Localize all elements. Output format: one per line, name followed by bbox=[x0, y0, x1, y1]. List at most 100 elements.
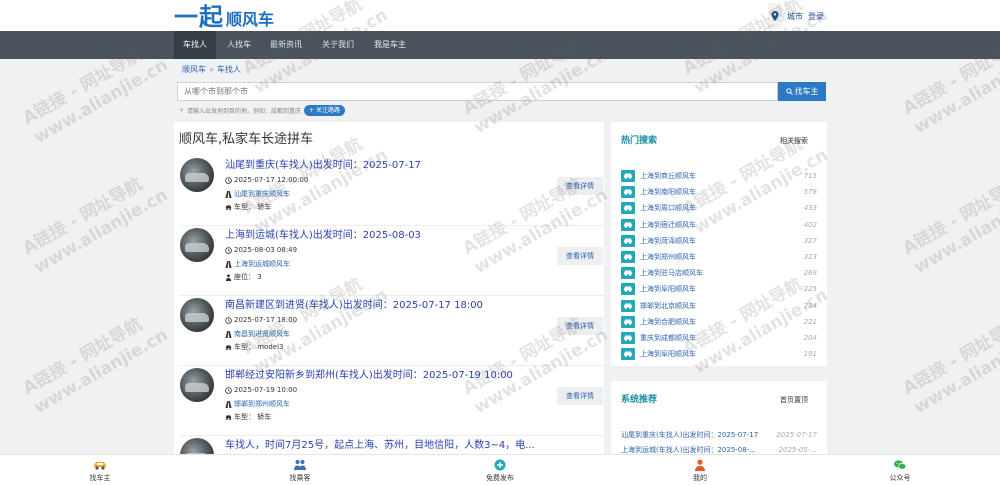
list-item-title[interactable]: 汕尾到重庆(车找人)出发时间：2025-07-17 bbox=[225, 156, 421, 171]
list-item-title[interactable]: 车找人，时间7月25号，起点上海、苏州，目地信阳，人数3~4，电... bbox=[225, 436, 535, 451]
hot-search-count: 402 bbox=[803, 220, 817, 229]
view-details-button[interactable]: 查看详情 bbox=[557, 387, 603, 405]
clock-icon bbox=[225, 176, 232, 184]
search-icon bbox=[785, 88, 793, 95]
location-pin-icon[interactable] bbox=[768, 3, 782, 29]
breadcrumb-home[interactable]: 顺风车 bbox=[182, 65, 206, 74]
list-item-title[interactable]: 上海到运城(车找人)出发时间：2025-08-03 bbox=[225, 226, 421, 241]
hot-search-item[interactable]: 邯郸到北京顺风车 224 bbox=[621, 298, 817, 314]
avatar bbox=[180, 158, 214, 192]
tab-official-account[interactable]: 公众号 bbox=[870, 455, 930, 485]
nav-item-people-find-car[interactable]: 人找车 bbox=[220, 31, 258, 59]
hot-search-item[interactable]: 上海到驻马店顺风车 269 bbox=[621, 265, 817, 281]
hot-search-item[interactable]: 重庆到成都顺风车 204 bbox=[621, 330, 817, 346]
clock-icon bbox=[225, 246, 232, 254]
list-item-extra-text: 车型： 轿车 bbox=[234, 413, 272, 421]
hot-search-label: 上海到周口顺风车 bbox=[640, 204, 696, 213]
tab-find-passenger[interactable]: 找乘客 bbox=[270, 455, 330, 485]
hot-search-count: 715 bbox=[803, 172, 817, 180]
watermark: A链接 - 网址导航www.alianjie.cn bbox=[19, 165, 172, 279]
tab-free-publish[interactable]: 免费发布 bbox=[470, 455, 530, 485]
list-item-title[interactable]: 邯郸经过安阳新乡到郑州(车找人)出发时间：2025-07-19 10:00 bbox=[225, 366, 513, 381]
car-icon bbox=[621, 299, 635, 312]
hot-search-item[interactable]: 上海到郑州顺风车 323 bbox=[621, 249, 817, 265]
list-item: 南昌新建区到进贤(车找人)出发时间：2025-07-17 18:00 2025-… bbox=[179, 296, 604, 366]
list-item-route: 南昌到进贤顺风车 bbox=[225, 329, 290, 339]
tab-label: 免费发布 bbox=[486, 473, 514, 482]
tab-label: 公众号 bbox=[889, 473, 911, 482]
hot-search-item[interactable]: 上海到合肥顺风车 221 bbox=[621, 314, 817, 330]
breadcrumb-current[interactable]: 车找人 bbox=[217, 65, 241, 74]
car-icon bbox=[621, 283, 635, 296]
recommend-item[interactable]: 汕尾到重庆(车找人)出发时间：2025-07-17 2025-07-17 bbox=[621, 428, 817, 442]
top-right-links: 城市 登录 bbox=[768, 3, 824, 29]
view-details-button[interactable]: 查看详情 bbox=[557, 317, 603, 335]
breadcrumb-separator: » bbox=[209, 65, 214, 74]
list-item-extra: 车型： 轿车 bbox=[225, 202, 271, 212]
hot-search-label: 上海到郑州顺风车 bbox=[640, 253, 696, 261]
road-icon bbox=[225, 260, 232, 268]
list-item-extra-text: 座位： 3 bbox=[234, 273, 262, 281]
hot-search-item[interactable]: 上海到周口顺风车 433 bbox=[621, 200, 817, 216]
list-item: 上海到运城(车找人)出发时间：2025-08-03 2025-08-03 08:… bbox=[179, 226, 604, 296]
road-icon bbox=[225, 190, 232, 198]
tab-find-driver[interactable]: 找车主 bbox=[70, 455, 130, 485]
nav-item-news[interactable]: 最新资讯 bbox=[264, 31, 308, 59]
top-header: 一起 顺风车 城市 登录 bbox=[0, 0, 1000, 31]
nav-item-driver[interactable]: 我是车主 bbox=[368, 31, 412, 59]
list-item-route-link[interactable]: 上海到运城顺风车 bbox=[234, 259, 290, 269]
site-logo[interactable]: 一起 顺风车 bbox=[174, 3, 274, 29]
search-input[interactable] bbox=[177, 82, 778, 101]
list-item-route-link[interactable]: 南昌到进贤顺风车 bbox=[234, 329, 290, 339]
list-item-extra-text: 车型： model3 bbox=[234, 343, 284, 351]
hot-search-count: 323 bbox=[803, 253, 817, 261]
hot-search-count: 578 bbox=[803, 188, 817, 197]
list-item-time: 2025-08-03 08:49 bbox=[225, 246, 297, 254]
tab-mine[interactable]: 我的 bbox=[670, 455, 730, 485]
hot-search-label: 重庆到成都顺风车 bbox=[640, 334, 696, 342]
city-link[interactable]: 城市 bbox=[787, 11, 803, 22]
hot-search-item[interactable]: 上海到菏泽顺风车 327 bbox=[621, 233, 817, 249]
watermark-line2: www.alianjie.cn bbox=[30, 55, 172, 148]
list-item-title[interactable]: 南昌新建区到进贤(车找人)出发时间：2025-07-17 18:00 bbox=[225, 296, 483, 311]
nav-item-about[interactable]: 关于我们 bbox=[316, 31, 360, 59]
wechat-icon bbox=[894, 459, 907, 470]
hot-search-item[interactable]: 上海到宿迁顺风车 402 bbox=[621, 217, 817, 233]
list-item-time-text: 2025-07-19 10:00 bbox=[234, 386, 298, 394]
watermark-line2: www.alianjie.cn bbox=[910, 325, 1000, 418]
hot-search-count: 327 bbox=[803, 236, 817, 245]
view-details-button[interactable]: 查看详情 bbox=[557, 247, 603, 265]
related-search-link[interactable]: 相关搜索 bbox=[780, 136, 808, 146]
nav-item-car-find-people[interactable]: 车找人 bbox=[174, 31, 216, 59]
plus-circle-icon bbox=[494, 459, 506, 470]
car-icon bbox=[94, 461, 106, 470]
hot-search-label: 上海到宿迁顺风车 bbox=[640, 220, 696, 229]
hot-search-panel: 热门搜索 相关搜索 上海到商丘顺风车 715 上海到南阳顺风车 578 上海到周口顺风车… bbox=[611, 122, 827, 366]
hot-search-item[interactable]: 上海到阜阳顺风车 191 bbox=[621, 346, 817, 362]
hot-search-count: 224 bbox=[803, 301, 817, 310]
car-type-icon bbox=[225, 204, 232, 210]
search-hint: + 请输入出发地到目的地。例如：成都到重庆 + 关注路路 bbox=[179, 104, 345, 116]
list-item-route-link[interactable]: 邯郸到郑州顺风车 bbox=[234, 399, 290, 409]
hot-search-item[interactable]: 上海到商丘顺风车 715 bbox=[621, 168, 817, 184]
hot-search-label: 上海到阜阳顺风车 bbox=[640, 285, 696, 294]
watermark-line1: A链接 - 网址导航 bbox=[899, 174, 1000, 259]
view-details-button[interactable]: 查看详情 bbox=[557, 177, 603, 195]
passengers-icon bbox=[294, 459, 306, 470]
hot-search-item[interactable]: 上海到南阳顺风车 578 bbox=[621, 184, 817, 200]
hot-search-count: 269 bbox=[803, 269, 817, 278]
list-item-time: 2025-07-17 18:00 bbox=[225, 316, 297, 324]
login-link[interactable]: 登录 bbox=[808, 11, 824, 22]
search-button[interactable]: 找车主 bbox=[778, 82, 826, 101]
recommend-item-date: 2025-07-17 bbox=[776, 431, 817, 439]
avatar bbox=[180, 368, 214, 402]
list-item-route-link[interactable]: 汕尾到重庆顺风车 bbox=[234, 189, 290, 199]
recommend-item-label: 汕尾到重庆(车找人)出发时间：2025-07-17 bbox=[621, 431, 759, 439]
homepage-top-link[interactable]: 首页置顶 bbox=[780, 395, 808, 405]
car-icon bbox=[621, 202, 635, 215]
breadcrumb: 顺风车» 车找人 bbox=[182, 64, 241, 75]
hot-search-item[interactable]: 上海到阜阳顺风车 225 bbox=[621, 281, 817, 297]
car-icon bbox=[621, 332, 635, 344]
follow-route-button[interactable]: + 关注路路 bbox=[304, 104, 345, 116]
hot-search-label: 上海到阜阳顺风车 bbox=[640, 350, 696, 359]
